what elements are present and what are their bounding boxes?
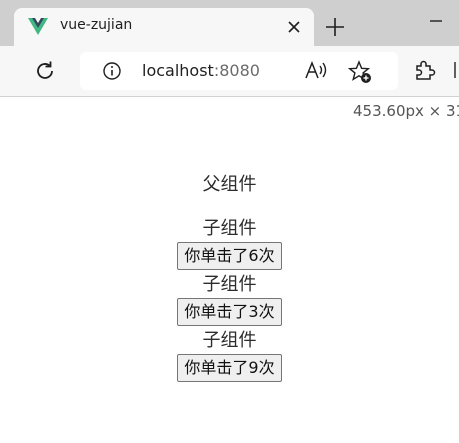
click-counter-button[interactable]: 你单击了9次: [177, 354, 282, 382]
vue-logo-icon: [28, 18, 48, 36]
read-aloud-icon[interactable]: [304, 60, 328, 82]
address-bar[interactable]: localhost:8080: [80, 52, 398, 90]
url-host: localhost: [142, 61, 214, 80]
info-icon[interactable]: [102, 61, 122, 81]
minimize-icon[interactable]: [428, 16, 444, 32]
child-component-title: 子组件: [202, 218, 257, 239]
tab-title: vue-zujian: [60, 17, 133, 33]
browser-tab[interactable]: vue-zujian: [14, 8, 314, 46]
extensions-puzzle-icon[interactable]: [412, 58, 436, 82]
browser-toolbar: localhost:8080: [0, 46, 459, 97]
child-component: 子组件 你单击了6次: [0, 217, 459, 270]
child-component: 子组件 你单击了3次: [0, 273, 459, 326]
click-counter-button[interactable]: 你单击了6次: [177, 242, 282, 270]
new-tab-plus-icon[interactable]: [324, 16, 346, 38]
browser-window: vue-zujian localhost:8080 453.60px × 31 …: [0, 0, 459, 443]
more-options-icon[interactable]: [452, 58, 459, 82]
child-component-title: 子组件: [202, 274, 257, 295]
parent-component-title: 父组件: [202, 174, 257, 195]
tab-strip: vue-zujian: [0, 0, 459, 46]
add-favorite-icon[interactable]: [347, 60, 372, 84]
child-component-title: 子组件: [202, 330, 257, 351]
refresh-icon[interactable]: [32, 58, 58, 84]
close-icon[interactable]: [284, 17, 304, 37]
url-text: localhost:8080: [142, 61, 260, 80]
child-component: 子组件 你单击了9次: [0, 329, 459, 382]
click-counter-button[interactable]: 你单击了3次: [177, 298, 282, 326]
url-port: :8080: [213, 61, 260, 80]
page-content: 父组件 子组件 你单击了6次 子组件 你单击了3次 子组件 你单击了9次: [0, 96, 459, 443]
